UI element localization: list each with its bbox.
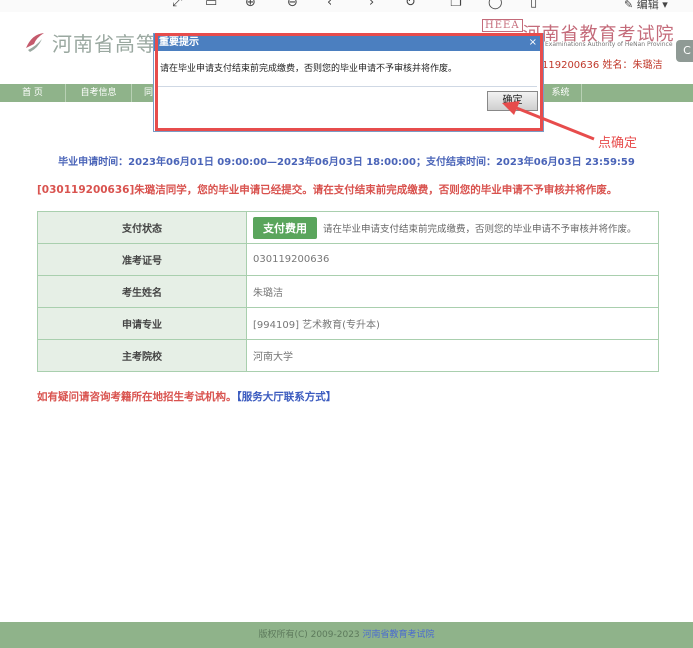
help-line: 如有疑问请咨询考籍所在地招生考试机构。【服务大厅联系方式】 [37,389,336,404]
dialog-title[interactable]: 重要提示 [154,34,543,51]
annotation-arrow-icon [502,101,595,141]
table-row: 考生姓名 朱璐洁 [37,275,659,308]
zoom-in-icon[interactable]: ⊕ [245,0,256,10]
row-value: 河南大学 [246,339,659,372]
arrow-right-icon[interactable]: › [369,0,374,10]
site-logo-icon [26,33,44,52]
row-value: 朱璐洁 [246,275,659,308]
row-label: 支付状态 [37,211,247,244]
row-value: 支付费用 请在毕业申请支付结束前完成缴费，否则您的毕业申请不予审核并将作废。 [246,211,659,244]
user-info: 119200636 姓名：朱璐洁 [542,60,663,71]
dialog-message: 请在毕业申请支付结束前完成缴费，否则您的毕业申请不予审核并将作废。 [160,64,458,74]
row-label: 准考证号 [37,243,247,276]
side-tab[interactable]: C [676,40,693,62]
edit-label: 编辑 [636,0,659,11]
delete-icon[interactable]: ▯ [530,0,537,10]
submission-warning: [030119200636]朱璐洁同学，您的毕业申请已经提交。请在支付结束前完成… [37,184,618,196]
site-footer: 版权所有(C) 2009-2023 河南省教育考试院 [0,622,693,648]
copyright-text: 版权所有(C) 2009-2023 [258,630,363,640]
footer-link[interactable]: 河南省教育考试院 [363,630,435,640]
arrow-left-icon[interactable]: ‹ [327,0,332,10]
dialog-divider [158,86,537,87]
site-title: 河南省高等 [52,32,157,56]
service-hall-link[interactable]: 【服务大厅联系方式】 [237,391,337,403]
application-time-line: 毕业申请时间：2023年06月01日 09:00:00—2023年06月03日 … [58,157,635,168]
application-info-table: 支付状态 支付费用 请在毕业申请支付结束前完成缴费，否则您的毕业申请不予审核并将作… [37,211,659,372]
table-row: 主考院校 河南大学 [37,339,659,372]
rotate-icon[interactable]: ↻ [405,0,416,10]
table-row: 申请专业 [994109] 艺术教育(专升本) [37,307,659,340]
pay-fee-button[interactable]: 支付费用 [253,216,317,239]
row-value: 030119200636 [246,243,659,276]
table-row: 支付状态 支付费用 请在毕业申请支付结束前完成缴费，否则您的毕业申请不予审核并将作… [37,211,659,244]
agency-subtitle: Examinations Authority of HeNan Province [545,41,673,48]
tag-icon[interactable]: ◯ [488,0,503,10]
important-notice-dialog: 重要提示 × 请在毕业申请支付结束前完成缴费，否则您的毕业申请不予审核并将作废。… [153,33,544,132]
close-icon[interactable]: × [529,34,537,51]
nav-item-home[interactable]: 首 页 [0,84,66,102]
nav-item-self-exam-info[interactable]: 自考信息 [66,84,132,102]
annotation-text: 点确定 [598,136,638,151]
pen-icon: ✎ [624,0,637,11]
image-viewer-toolbar: ⤢ ▭ ⊕ ⊖ ‹ › ↻ ❐ ◯ ▯ ✎ 编辑 ▾ [0,0,693,12]
row-label: 主考院校 [37,339,247,372]
help-text: 如有疑问请咨询考籍所在地招生考试机构。 [37,391,237,403]
pay-note: 请在毕业申请支付结束前完成缴费，否则您的毕业申请不予审核并将作废。 [323,223,637,235]
edit-button[interactable]: ✎ 编辑 ▾ [624,0,668,12]
expand-icon[interactable]: ⤢ [172,0,182,10]
zoom-out-icon[interactable]: ⊖ [287,0,298,10]
row-value: [994109] 艺术教育(专升本) [246,307,659,340]
row-label: 考生姓名 [37,275,247,308]
row-label: 申请专业 [37,307,247,340]
copy-icon[interactable]: ❐ [450,0,462,10]
table-row: 准考证号 030119200636 [37,243,659,276]
agency-emblem-icon: HEEA [482,19,523,32]
crop-icon[interactable]: ▭ [205,0,217,10]
